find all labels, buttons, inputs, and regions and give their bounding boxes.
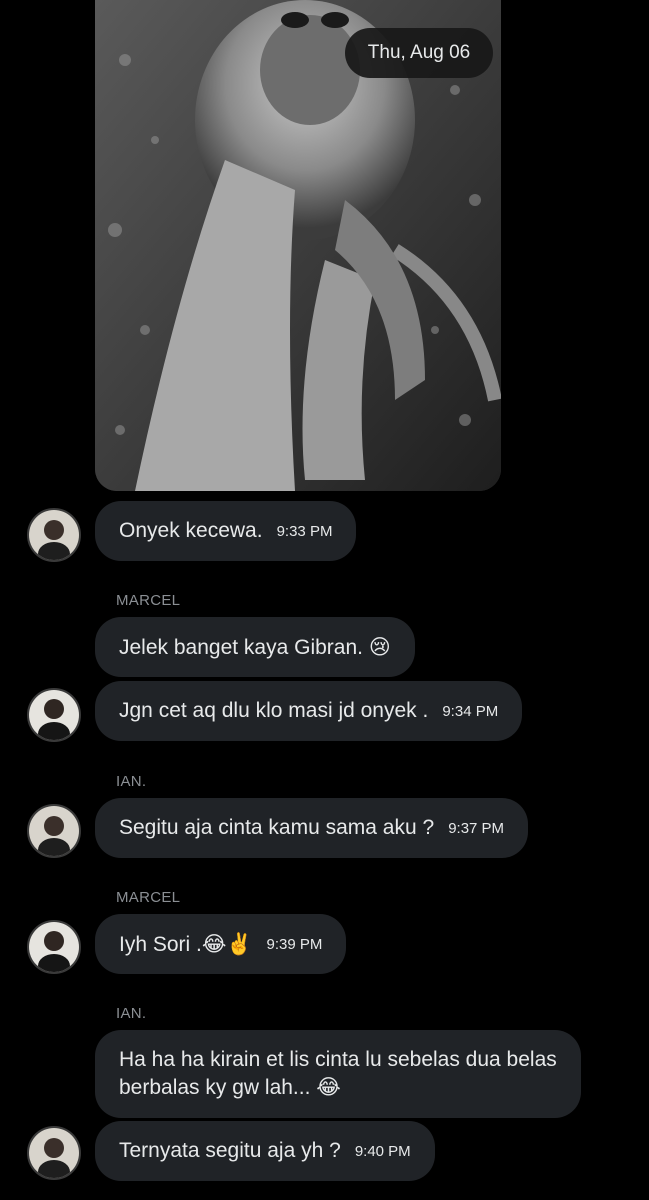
message-bubble[interactable]: Iyh Sori .😂✌️ 9:39 PM: [95, 914, 347, 974]
sender-name: MARCEL: [116, 889, 181, 906]
message-bubble[interactable]: Jgn cet aq dlu klo masi jd onyek . 9:34 …: [95, 681, 523, 741]
message-bubble[interactable]: Ternyata segitu aja yh ? 9:40 PM: [95, 1121, 435, 1181]
message-text: Segitu aja cinta kamu sama aku ?: [119, 816, 435, 839]
avatar-photo-icon: [29, 806, 79, 856]
message-time: 9:37 PM: [448, 819, 505, 837]
avatar[interactable]: [27, 688, 81, 742]
message-text: Jelek banget kaya Gibran. 😢: [119, 635, 391, 659]
date-separator: Thu, Aug 06: [345, 28, 493, 78]
avatar[interactable]: [27, 508, 81, 562]
avatar-photo-icon: [29, 922, 79, 972]
message-time: 9:40 PM: [354, 1142, 411, 1160]
sender-name: MARCEL: [116, 592, 181, 609]
avatar-photo-icon: [29, 690, 79, 740]
avatar[interactable]: [27, 804, 81, 858]
message-time: 9:39 PM: [266, 935, 323, 953]
sender-name: IAN.: [116, 773, 147, 790]
avatar-photo-icon: [29, 510, 79, 560]
avatar[interactable]: [27, 920, 81, 974]
message-text: Onyek kecewa.: [119, 519, 263, 542]
message-text: Ternyata segitu aja yh ?: [119, 1139, 341, 1162]
message-bubble[interactable]: Jelek banget kaya Gibran. 😢: [95, 617, 415, 677]
message-time: 9:33 PM: [276, 522, 333, 540]
sender-name: IAN.: [116, 1005, 147, 1022]
message-text: Ha ha ha kirain et lis cinta lu sebelas …: [119, 1048, 557, 1099]
message-text: Iyh Sori .😂✌️: [119, 932, 253, 956]
message-bubble[interactable]: Onyek kecewa. 9:33 PM: [95, 501, 357, 561]
avatar-photo-icon: [29, 1128, 79, 1178]
message-bubble[interactable]: Ha ha ha kirain et lis cinta lu sebelas …: [95, 1030, 581, 1118]
message-bubble[interactable]: Segitu aja cinta kamu sama aku ? 9:37 PM: [95, 798, 529, 858]
shared-photo[interactable]: Thu, Aug 06: [95, 0, 501, 491]
avatar[interactable]: [27, 1126, 81, 1180]
message-time: 9:34 PM: [442, 702, 499, 720]
message-text: Jgn cet aq dlu klo masi jd onyek .: [119, 699, 429, 722]
